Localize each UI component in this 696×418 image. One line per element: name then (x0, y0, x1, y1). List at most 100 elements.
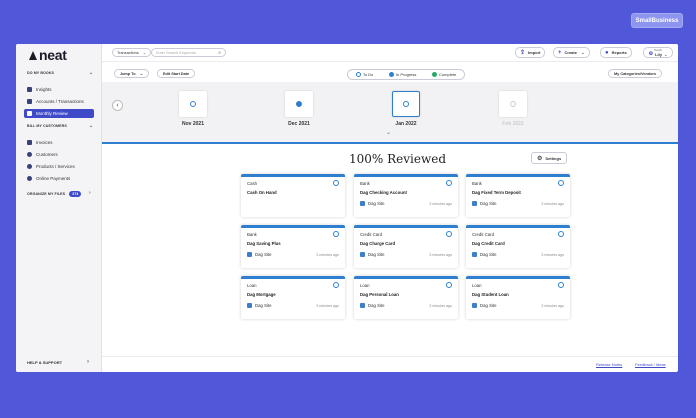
chevron-down-icon: ⌄ (580, 49, 585, 55)
site-name: Dag Site (368, 303, 385, 308)
todo-status-icon (510, 101, 516, 107)
reports-button[interactable]: ● Reports (600, 47, 632, 58)
sidebar: neat DO MY BOOKS ⌄ Insights Accounts / T… (16, 44, 102, 372)
account-card[interactable]: Bank Dag Fixed Term Deposit Dag Site 3 m… (466, 174, 570, 217)
month-card-nov-2021[interactable] (179, 91, 207, 117)
account-type: Credit Card (360, 232, 382, 237)
month-label: Nov 2021 (182, 121, 204, 127)
feedback-link[interactable]: Feedback / Ideas (635, 362, 666, 367)
gear-icon: ⚙ (537, 155, 543, 162)
chevron-right-icon: › (89, 190, 91, 196)
import-button[interactable]: ⇪ Import (515, 47, 546, 58)
account-name: Dag Student Loan (472, 292, 509, 297)
neat-logo[interactable]: neat (29, 47, 67, 63)
section-label: BILL MY CUSTOMERS (27, 124, 67, 128)
account-type: Bank (247, 232, 257, 237)
account-card[interactable]: Loan Dag Student Loan Dag Site 3 minutes… (466, 276, 570, 319)
sidebar-item-accounts-transactions[interactable]: Accounts / Transactions (24, 97, 94, 106)
section-bill-my-customers[interactable]: BILL MY CUSTOMERS ⌄ (27, 123, 93, 129)
search-icon: ⌕ (218, 49, 221, 56)
main-content: Transactions ⌄ Enter Search Keywords ⌕ ⇪… (102, 44, 678, 372)
jump-to-button[interactable]: Jump To ⌄ (114, 69, 150, 78)
month-card-dec-2021[interactable] (285, 91, 313, 117)
sidebar-item-monthly-review[interactable]: Monthly Review (24, 109, 94, 118)
account-card[interactable]: Bank Dag Checking Account Dag Site 3 min… (354, 174, 458, 217)
account-site: Dag Site (360, 303, 384, 308)
updated-time: 3 minutes ago (541, 304, 564, 308)
account-type: Loan (360, 283, 370, 288)
todo-status-icon[interactable] (446, 180, 452, 186)
todo-status-icon[interactable] (446, 231, 452, 237)
dollar-icon (27, 176, 32, 181)
settings-label: Settings (545, 155, 562, 161)
legend-todo: To Do (355, 72, 373, 78)
chevron-down-icon: ⌄ (142, 49, 147, 55)
sidebar-item-insights[interactable]: Insights (24, 85, 94, 94)
logo-mark-icon (29, 50, 37, 60)
account-site: Dag Site (360, 252, 384, 257)
calendar-grid-icon (27, 111, 32, 116)
account-site: Dag Site (472, 252, 496, 257)
month-label: Jan 2022 (395, 121, 417, 127)
bank-icon (472, 201, 477, 206)
site-name: Dag Site (368, 201, 385, 206)
release-notes-link[interactable]: Release Notes (596, 362, 622, 367)
todo-status-icon[interactable] (558, 231, 564, 237)
timeline-prev-button[interactable]: ‹ (112, 100, 123, 111)
account-card[interactable]: Loan Dag Personal Loan Dag Site 3 minute… (354, 276, 458, 319)
my-categories-label: My Categories/Vendors (614, 71, 656, 76)
account-name: Cash On Hand (247, 190, 277, 195)
account-card[interactable]: Cash Cash On Hand (241, 174, 345, 217)
todo-status-icon[interactable] (558, 282, 564, 288)
edit-start-date-label: Edit Start Date (163, 71, 190, 76)
plus-icon: + (558, 49, 562, 56)
section-do-my-books[interactable]: DO MY BOOKS ⌄ (27, 70, 93, 76)
scope-select[interactable]: Transactions ⌄ (112, 48, 152, 57)
reports-icon: ● (605, 49, 609, 56)
account-card[interactable]: Credit Card Dag Credit Card Dag Site 3 m… (466, 225, 570, 268)
account-name: Dag Personal Loan (360, 292, 399, 297)
updated-time: 3 minutes ago (316, 253, 339, 257)
sidebar-item-label: Products / Services (36, 164, 75, 169)
sidebar-item-online-payments[interactable]: Online Payments (24, 174, 94, 183)
bank-icon (360, 252, 365, 257)
legend-in-progress: In Progress (388, 72, 416, 78)
chevron-down-icon: ⌄ (89, 123, 94, 129)
todo-status-icon[interactable] (333, 282, 339, 288)
todo-status-icon (403, 101, 409, 107)
todo-status-icon (355, 72, 361, 78)
jump-to-label: Jump To (120, 71, 136, 76)
settings-button[interactable]: ⚙ Settings (531, 152, 568, 164)
month-card-feb-2022[interactable] (499, 91, 527, 117)
my-categories-vendors-button[interactable]: My Categories/Vendors (608, 69, 662, 78)
user-menu[interactable]: Teach ⚙ Lily ⌄ (643, 47, 673, 58)
account-name: Dag Mortgage (247, 292, 276, 297)
sidebar-item-label: Accounts / Transactions (36, 99, 84, 104)
todo-status-icon[interactable] (333, 231, 339, 237)
edit-start-date-button[interactable]: Edit Start Date (157, 69, 196, 78)
account-name: Dag Saving Plus (247, 241, 281, 246)
account-type: Cash (247, 181, 258, 186)
account-site: Dag Site (360, 201, 384, 206)
create-button[interactable]: + Create ⌄ (553, 47, 590, 58)
help-support[interactable]: HELP & SUPPORT › (27, 359, 89, 365)
chevron-down-icon: ⌄ (386, 130, 392, 136)
sidebar-item-invoices[interactable]: Invoices (24, 138, 94, 147)
sidebar-item-customers[interactable]: Customers (24, 150, 94, 159)
todo-status-icon[interactable] (446, 282, 452, 288)
bank-icon (472, 252, 477, 257)
account-card[interactable]: Credit Card Dag Charge Card Dag Site 3 m… (354, 225, 458, 268)
account-card[interactable]: Bank Dag Saving Plus Dag Site 3 minutes … (241, 225, 345, 268)
todo-status-icon[interactable] (333, 180, 339, 186)
legend-complete-label: Complete (439, 71, 457, 77)
bar-chart-icon (27, 87, 32, 92)
todo-status-icon[interactable] (558, 180, 564, 186)
upload-icon: ⇪ (520, 50, 526, 56)
sidebar-item-products-services[interactable]: Products / Services (24, 162, 94, 171)
search-input[interactable]: Enter Search Keywords ⌕ (151, 48, 226, 57)
section-organize-my-files[interactable]: ORGANIZE MY FILES 374 › (27, 190, 91, 197)
month-label: Dec 2021 (288, 121, 310, 127)
section-label: DO MY BOOKS (27, 71, 54, 75)
month-card-jan-2022[interactable] (392, 91, 420, 117)
account-card[interactable]: Loan Dag Mortgage Dag Site 3 minutes ago (241, 276, 345, 319)
